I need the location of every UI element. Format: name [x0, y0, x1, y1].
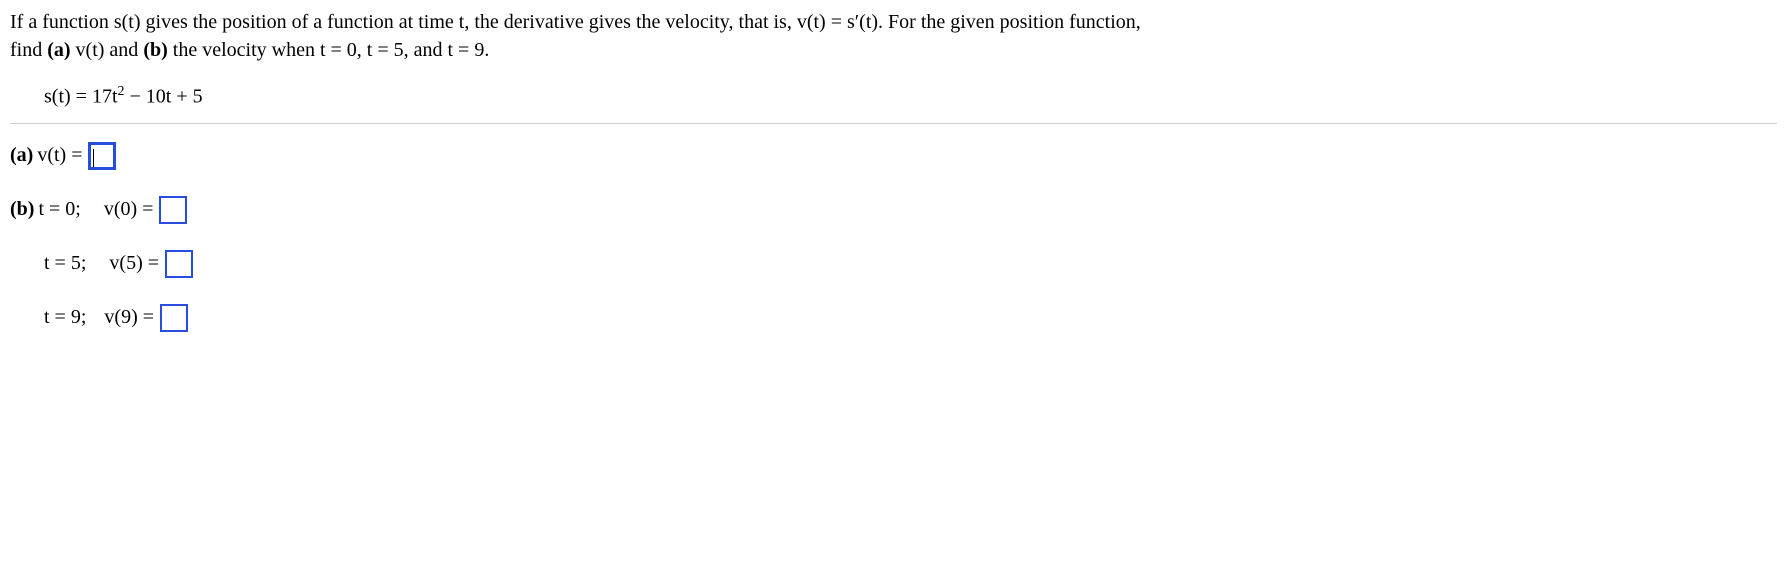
- part-b-label: (b): [10, 198, 34, 221]
- eq-rest: − 10t + 5: [125, 86, 203, 108]
- answer-input-v9[interactable]: [160, 304, 188, 332]
- part-b-expr-1: v(0) =: [104, 198, 154, 221]
- problem-statement: If a function s(t) gives the position of…: [10, 8, 1777, 64]
- part-b-prefix-1: t = 0;: [38, 198, 80, 221]
- intro-text-3: find: [10, 39, 47, 61]
- part-a-row: (a) v(t) =: [10, 142, 1777, 170]
- label-a-inline: (a): [47, 39, 70, 61]
- label-b-inline: (b): [143, 39, 167, 61]
- part-b-expr-3: v(9) =: [104, 306, 154, 329]
- part-b-prefix-2: t = 5;: [44, 252, 86, 275]
- intro-text-2: (t). For the given position function,: [859, 11, 1141, 33]
- part-b-row-2: t = 5; v(5) =: [10, 250, 1777, 278]
- part-b-prefix-3: t = 9;: [44, 306, 86, 329]
- part-a-label: (a): [10, 144, 33, 167]
- intro-text-5: the velocity when t = 0, t = 5, and t = …: [168, 39, 490, 61]
- text-cursor: [93, 149, 94, 167]
- eq-exponent: 2: [118, 84, 125, 99]
- intro-text-4: v(t) and: [71, 39, 144, 61]
- part-b-expr-2: v(5) =: [109, 252, 159, 275]
- intro-text-1: If a function s(t) gives the position of…: [10, 11, 855, 33]
- part-b-row-1: (b) t = 0; v(0) =: [10, 196, 1777, 224]
- answer-input-v5[interactable]: [165, 250, 193, 278]
- answer-input-vt[interactable]: [88, 142, 116, 170]
- given-equation: s(t) = 17t2 − 10t + 5: [10, 84, 1777, 109]
- part-a-expr: v(t) =: [37, 144, 82, 167]
- section-divider: [10, 123, 1777, 124]
- part-b-row-3: t = 9; v(9) =: [10, 304, 1777, 332]
- answer-input-v0[interactable]: [159, 196, 187, 224]
- eq-lhs: s(t) = 17t: [44, 86, 118, 108]
